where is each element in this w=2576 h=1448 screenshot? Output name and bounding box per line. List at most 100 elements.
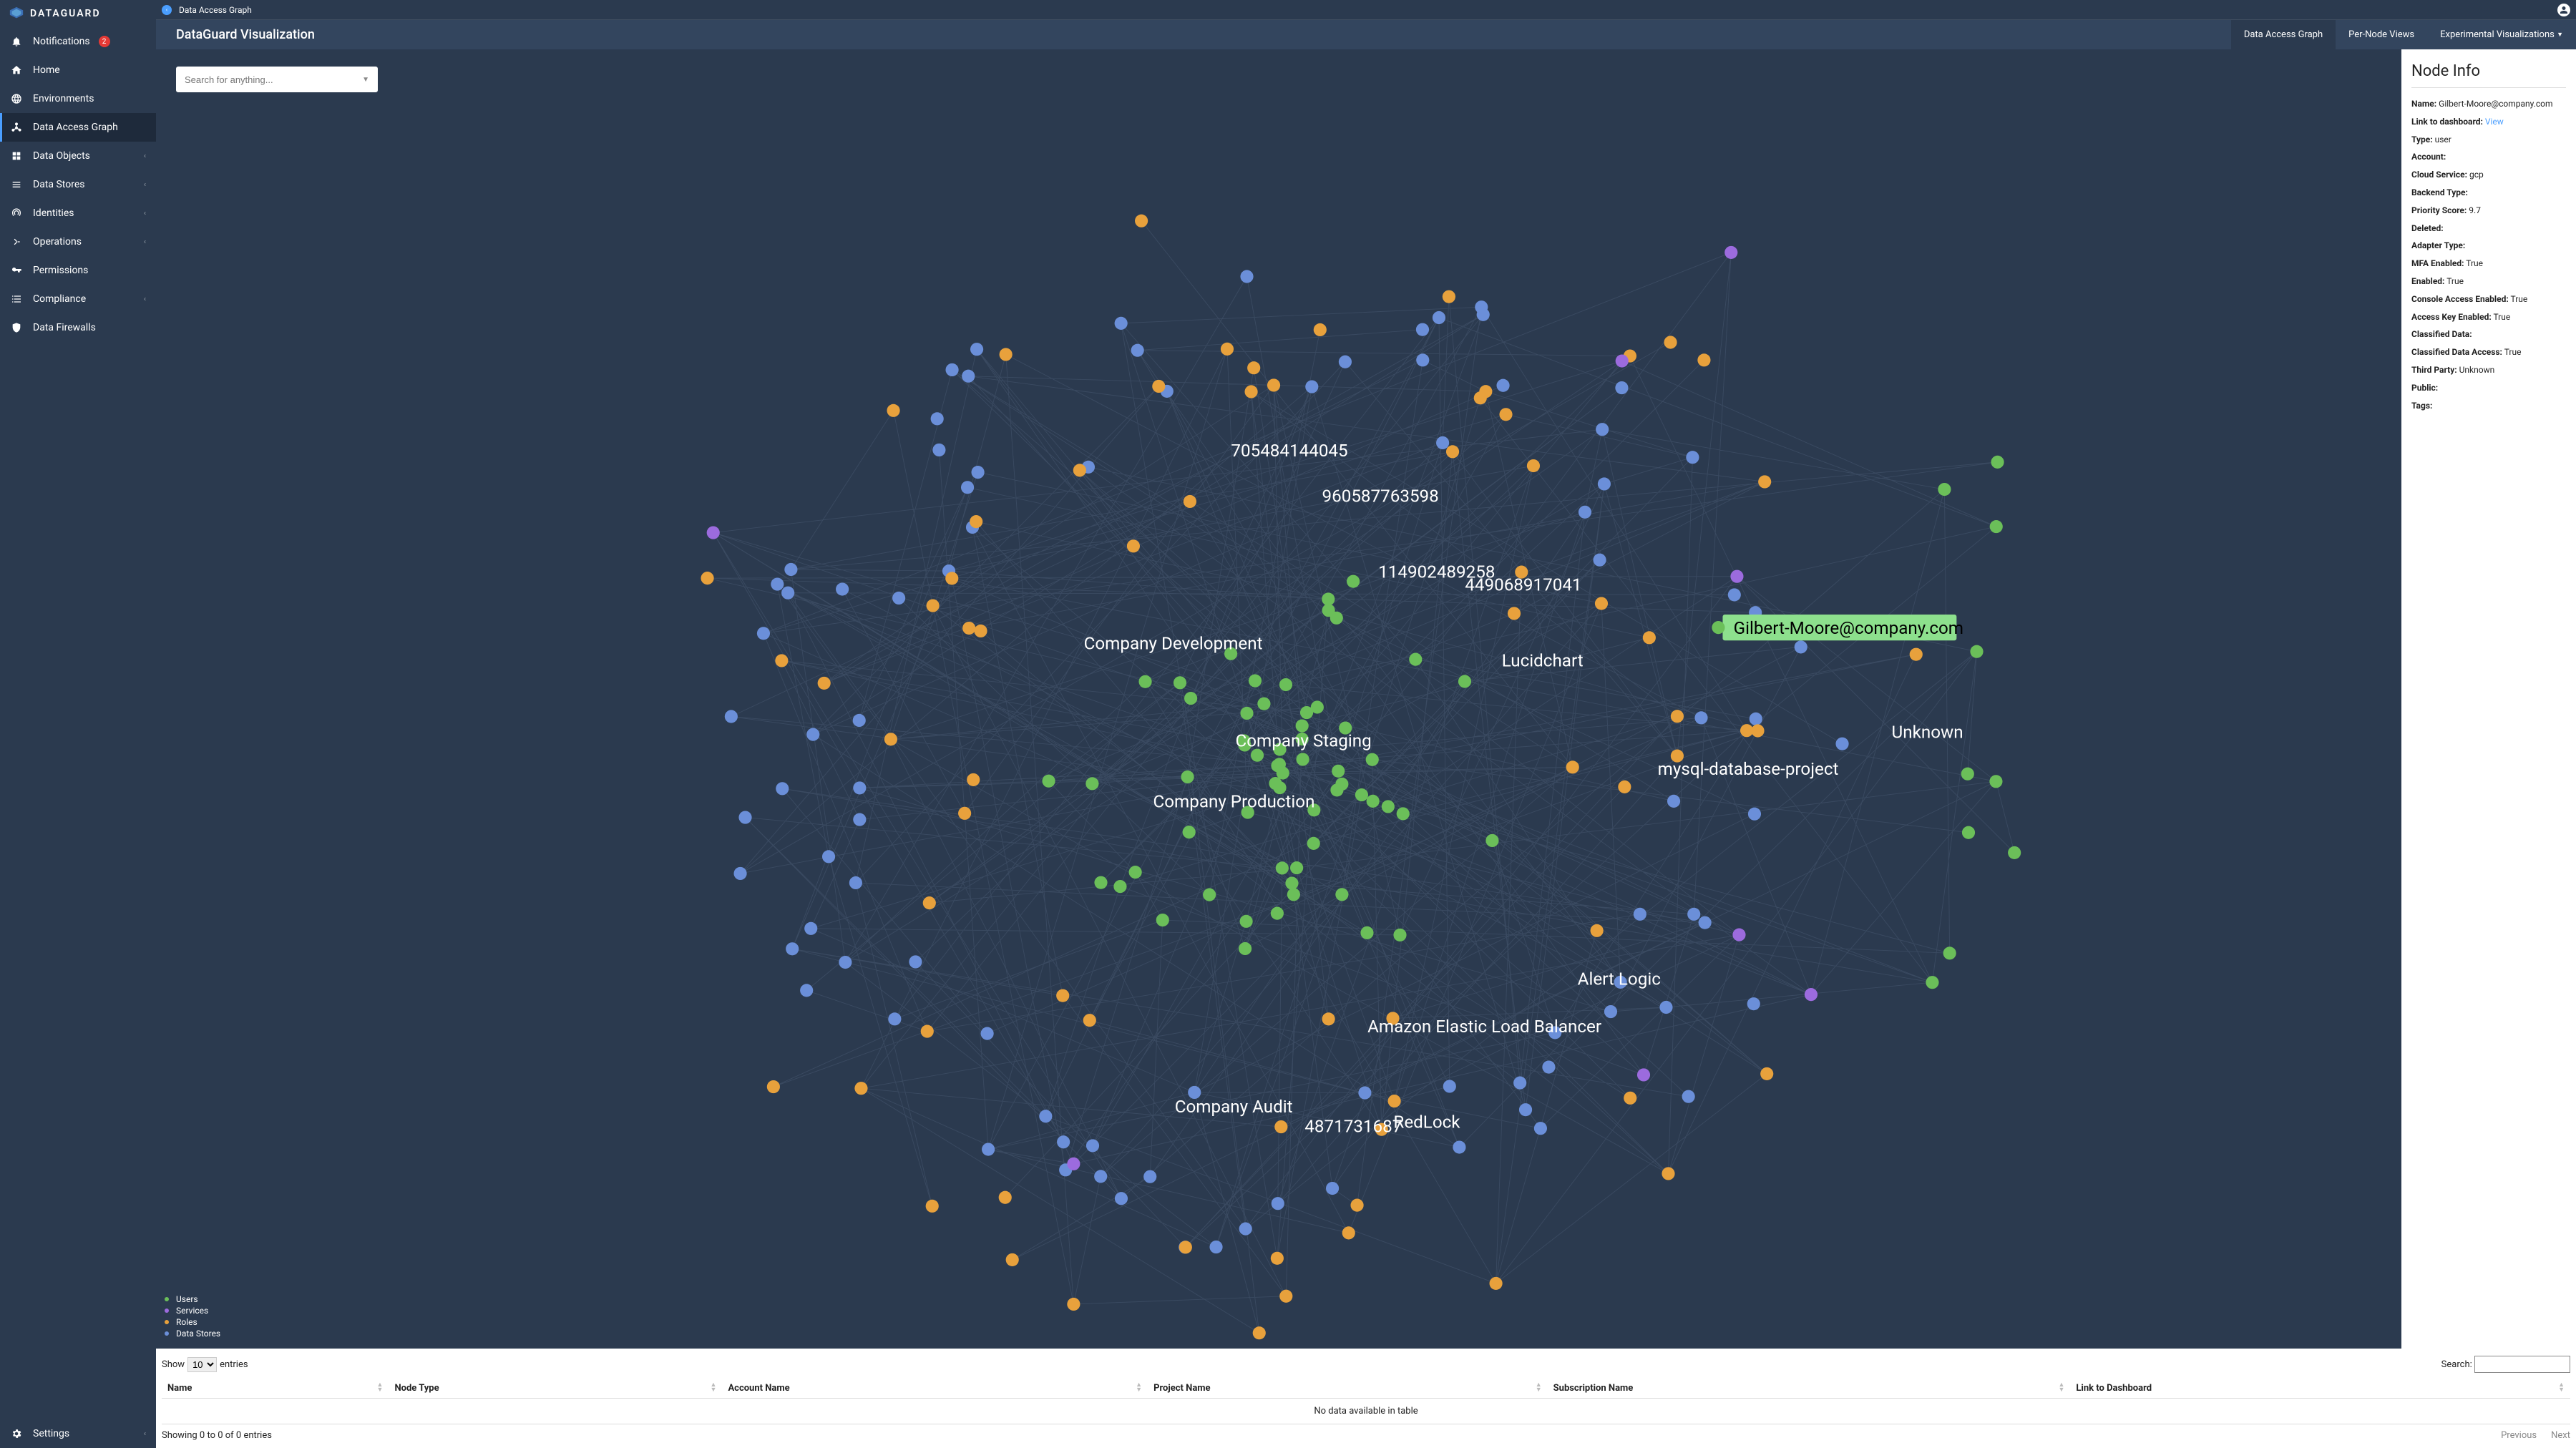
show-label: Show xyxy=(162,1359,185,1370)
sidebar-item-operations[interactable]: Operations ‹ xyxy=(0,228,156,256)
no-data-row: No data available in table xyxy=(162,1399,2570,1424)
col-node-type[interactable]: Node Type▲▼ xyxy=(389,1379,722,1399)
collapse-sidebar-button[interactable]: ‹ xyxy=(162,5,172,15)
sidebar-item-data-objects[interactable]: Data Objects ‹ xyxy=(0,142,156,170)
operations-icon xyxy=(10,235,23,248)
breadcrumb-link[interactable]: Data Access Graph xyxy=(179,5,252,15)
database-icon xyxy=(10,178,23,191)
sidebar-item-label: Data Access Graph xyxy=(33,122,118,133)
legend-item-services: Services xyxy=(165,1306,220,1316)
caret-down-icon: ▼ xyxy=(362,76,369,84)
fingerprint-icon xyxy=(10,207,23,220)
info-row-third: Third Party: Unknown xyxy=(2411,364,2566,376)
objects-icon xyxy=(10,150,23,162)
shield-icon xyxy=(10,321,23,334)
sidebar-item-identities[interactable]: Identities ‹ xyxy=(0,199,156,228)
col-name[interactable]: Name▲▼ xyxy=(162,1379,389,1399)
legend-dot-services xyxy=(165,1308,169,1313)
info-row-priority: Priority Score: 9.7 xyxy=(2411,205,2566,217)
tabs: Data Access Graph Per-Node Views Experim… xyxy=(2231,20,2576,49)
notifications-badge: 2 xyxy=(99,36,110,47)
chevron-left-icon: ‹ xyxy=(144,181,146,189)
logo: DATAGUARD xyxy=(0,0,156,27)
chevron-left-icon: ‹ xyxy=(144,1430,146,1438)
gear-icon xyxy=(10,1427,23,1440)
tab-label: Data Access Graph xyxy=(2244,29,2323,40)
legend-label: Services xyxy=(176,1306,208,1316)
legend-item-roles: Roles xyxy=(165,1317,220,1327)
tab-per-node-views[interactable]: Per-Node Views xyxy=(2336,20,2427,49)
entries-select[interactable]: 10 xyxy=(187,1357,217,1372)
user-avatar[interactable] xyxy=(2557,4,2570,16)
sidebar-item-label: Notifications xyxy=(33,36,90,47)
topbar: ‹ Data Access Graph xyxy=(156,0,2576,20)
caret-down-icon: ▼ xyxy=(2557,31,2563,39)
sidebar-item-settings[interactable]: Settings ‹ xyxy=(0,1419,156,1448)
graph-canvas[interactable]: ▼ 705484144045 960587763598 114902489258… xyxy=(156,49,2401,1349)
graph-legend: Users Services Roles Data Stores xyxy=(165,1294,220,1340)
bell-icon xyxy=(10,35,23,48)
chevron-left-icon: ‹ xyxy=(144,295,146,303)
entries-label: entries xyxy=(220,1359,248,1370)
legend-item-datastores: Data Stores xyxy=(165,1329,220,1339)
page-title: DataGuard Visualization xyxy=(156,27,335,42)
sidebar-item-label: Data Firewalls xyxy=(33,322,96,333)
table-search-label: Search: xyxy=(2441,1359,2472,1370)
table-controls: Show 10 entries Search: xyxy=(162,1356,2570,1373)
col-subscription-name[interactable]: Subscription Name▲▼ xyxy=(1548,1379,2071,1399)
sidebar-item-label: Environments xyxy=(33,93,94,104)
network-graph[interactable]: 705484144045 960587763598 114902489258 4… xyxy=(156,49,2401,1349)
graph-search[interactable]: ▼ xyxy=(176,67,378,92)
selected-node-dot[interactable] xyxy=(1712,621,1724,634)
sidebar-item-notifications[interactable]: Notifications 2 xyxy=(0,27,156,56)
legend-label: Roles xyxy=(176,1317,197,1327)
info-row-adapter: Adapter Type: xyxy=(2411,240,2566,252)
col-project-name[interactable]: Project Name▲▼ xyxy=(1148,1379,1548,1399)
sidebar-item-label: Compliance xyxy=(33,293,86,305)
sidebar-item-permissions[interactable]: Permissions xyxy=(0,256,156,285)
legend-dot-roles xyxy=(165,1320,169,1324)
legend-label: Users xyxy=(176,1294,198,1304)
info-row-public: Public: xyxy=(2411,382,2566,394)
info-row-enabled: Enabled: True xyxy=(2411,275,2566,288)
info-row-backend: Backend Type: xyxy=(2411,187,2566,199)
sidebar-item-home[interactable]: Home xyxy=(0,56,156,84)
sidebar-item-compliance[interactable]: Compliance ‹ xyxy=(0,285,156,313)
sidebar-item-environments[interactable]: Environments xyxy=(0,84,156,113)
search-input[interactable] xyxy=(185,74,362,85)
checklist-icon xyxy=(10,293,23,305)
info-row-access: Access Key Enabled: True xyxy=(2411,311,2566,323)
node-info-heading: Node Info xyxy=(2411,62,2566,80)
tab-data-access-graph[interactable]: Data Access Graph xyxy=(2231,20,2336,49)
info-row-link: Link to dashboard: View xyxy=(2411,116,2566,128)
table-footer: Showing 0 to 0 of 0 entries Previous Nex… xyxy=(162,1430,2570,1441)
next-button[interactable]: Next xyxy=(2551,1430,2570,1441)
sidebar-item-label: Identities xyxy=(33,207,74,219)
info-row-cloud: Cloud Service: gcp xyxy=(2411,169,2566,181)
sidebar-item-data-firewalls[interactable]: Data Firewalls xyxy=(0,313,156,342)
chevron-left-icon: ‹ xyxy=(144,238,146,246)
node-info-panel: Node Info Name: Gilbert-Moore@company.co… xyxy=(2401,49,2576,1349)
sidebar-item-label: Settings xyxy=(33,1428,69,1439)
sidebar-item-data-access-graph[interactable]: Data Access Graph xyxy=(0,113,156,142)
tab-experimental[interactable]: Experimental Visualizations ▼ xyxy=(2427,20,2576,49)
selected-node-highlight[interactable] xyxy=(1722,615,1956,640)
chevron-left-icon: ‹ xyxy=(144,152,146,160)
dashboard-link[interactable]: View xyxy=(2485,117,2504,127)
sidebar-item-label: Data Stores xyxy=(33,179,84,190)
legend-dot-datastores xyxy=(165,1331,169,1336)
info-row-account: Account: xyxy=(2411,151,2566,163)
home-icon xyxy=(10,64,23,77)
info-row-type: Type: user xyxy=(2411,134,2566,146)
previous-button[interactable]: Previous xyxy=(2501,1430,2537,1441)
sidebar-item-label: Operations xyxy=(33,236,82,248)
col-account-name[interactable]: Account Name▲▼ xyxy=(722,1379,1148,1399)
globe-icon xyxy=(10,92,23,105)
sidebar-item-label: Data Objects xyxy=(33,150,90,162)
info-row-tags: Tags: xyxy=(2411,400,2566,412)
sidebar-item-data-stores[interactable]: Data Stores ‹ xyxy=(0,170,156,199)
table-search-input[interactable] xyxy=(2474,1356,2570,1373)
col-link-dashboard[interactable]: Link to Dashboard▲▼ xyxy=(2070,1379,2570,1399)
key-icon xyxy=(10,264,23,277)
graph-label: mysql-database-project xyxy=(1658,759,1839,779)
